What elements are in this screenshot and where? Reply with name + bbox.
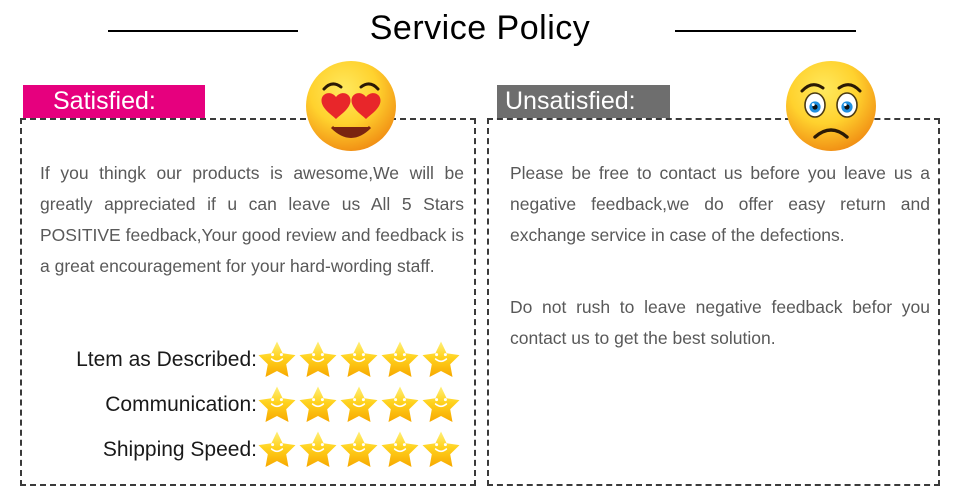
- heart-eyes-face-icon: [304, 59, 398, 153]
- page-header: Service Policy: [0, 0, 960, 62]
- unsatisfied-banner: Unsatisfied:: [497, 85, 670, 118]
- rating-label-communication: Communication:: [105, 392, 257, 416]
- smiling-star-icon: [298, 385, 339, 425]
- smiling-star-icon: [298, 340, 339, 380]
- unsatisfied-paragraph-2: Do not rush to leave negative feedback b…: [510, 297, 930, 348]
- star-rating-shipping-speed: [257, 430, 462, 470]
- smiling-star-icon: [339, 385, 380, 425]
- star-rating-item-described: [257, 340, 462, 380]
- smiling-star-icon: [421, 340, 462, 380]
- smiling-star-icon: [421, 385, 462, 425]
- satisfied-paragraph: If you thingk our products is awesome,We…: [40, 163, 464, 276]
- smiling-star-icon: [257, 430, 298, 470]
- smiling-star-icon: [298, 430, 339, 470]
- rating-row: Ltem as Described:: [32, 337, 462, 382]
- smiling-star-icon: [257, 340, 298, 380]
- ratings-list: Ltem as Described: Communication: Shippi…: [32, 337, 462, 472]
- rating-label-shipping-speed: Shipping Speed:: [102, 437, 257, 461]
- smiling-star-icon: [380, 340, 421, 380]
- worried-face-icon: [784, 59, 878, 153]
- rating-label-item-described: Ltem as Described:: [76, 347, 257, 371]
- smiling-star-icon: [380, 430, 421, 470]
- star-rating-communication: [257, 385, 462, 425]
- unsatisfied-panel: Please be free to contact us before you …: [487, 118, 940, 486]
- page-title: Service Policy: [369, 9, 591, 47]
- rating-row: Shipping Speed:: [32, 427, 462, 472]
- smiling-star-icon: [380, 385, 421, 425]
- satisfied-panel: If you thingk our products is awesome,We…: [20, 118, 476, 486]
- smiling-star-icon: [339, 340, 380, 380]
- smiling-star-icon: [339, 430, 380, 470]
- smiling-star-icon: [257, 385, 298, 425]
- satisfied-banner: Satisfied:: [23, 85, 205, 118]
- unsatisfied-paragraph-1: Please be free to contact us before you …: [510, 163, 930, 245]
- rating-row: Communication:: [32, 382, 462, 427]
- smiling-star-icon: [421, 430, 462, 470]
